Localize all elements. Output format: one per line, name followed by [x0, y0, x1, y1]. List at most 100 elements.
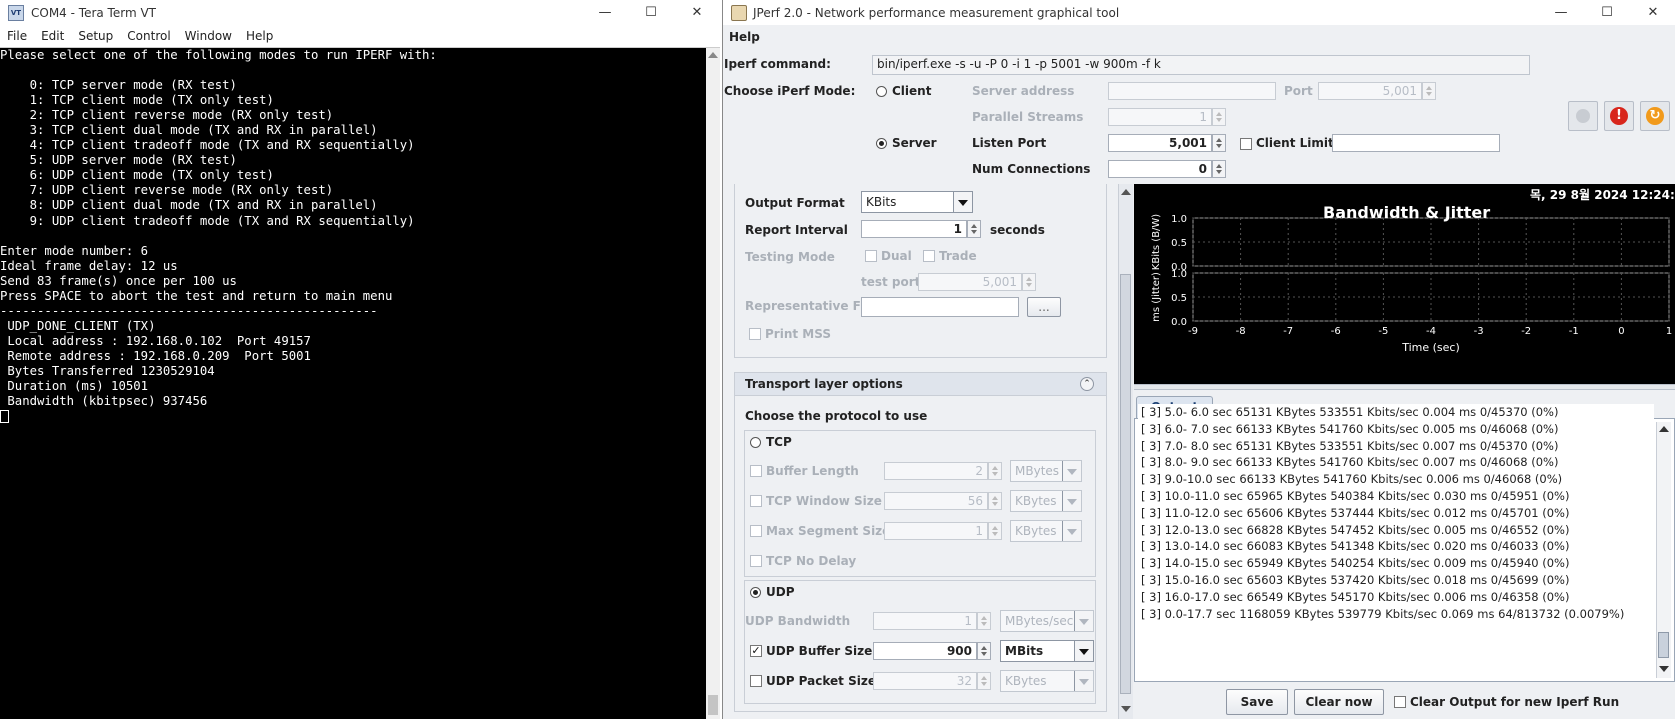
scroll-thumb[interactable] — [708, 695, 718, 715]
minimize-button[interactable]: — — [582, 0, 628, 25]
udp-packet-checkbox[interactable] — [750, 675, 762, 687]
num-connections-field[interactable]: 0 — [1108, 160, 1212, 178]
udp-bandwidth-spinner[interactable] — [977, 612, 991, 630]
client-radio[interactable] — [876, 86, 887, 97]
udp-buffer-unit-combo[interactable]: MBits — [1000, 640, 1094, 662]
mss-spinner[interactable] — [988, 522, 1002, 540]
run-iperf-button[interactable]: ↻ — [1640, 101, 1670, 131]
listen-port-spinner[interactable] — [1212, 134, 1226, 152]
clear-now-button[interactable]: Clear now — [1294, 689, 1384, 715]
client-limit-field[interactable] — [1332, 134, 1500, 152]
output-line: [ 3] 8.0- 9.0 sec 66133 KBytes 541760 Kb… — [1141, 455, 1559, 470]
udp-packet-unit-combo[interactable]: KBytes — [1000, 670, 1094, 692]
x-tick-label: 0 — [1618, 326, 1624, 337]
tcp-window-unit-combo[interactable]: KBytes — [1010, 490, 1082, 512]
udp-bandwidth-field[interactable]: 1 — [873, 612, 977, 630]
iperf-command-field[interactable]: bin/iperf.exe -s -u -P 0 -i 1 -p 5001 -w… — [872, 55, 1530, 75]
browse-button[interactable]: ... — [1027, 297, 1061, 317]
y-tick-label: 0.5 — [1171, 238, 1187, 249]
output-line: [ 3] 0.0-17.7 sec 1168059 KBytes 539779 … — [1141, 606, 1625, 621]
udp-radio[interactable] — [750, 587, 761, 598]
scroll-up-icon[interactable] — [1659, 426, 1669, 432]
jperf-minimize-button[interactable]: — — [1538, 0, 1584, 25]
settings-scrollbar[interactable] — [1118, 184, 1133, 719]
terminal-screen[interactable]: Please select one of the following modes… — [0, 48, 706, 719]
clear-output-checkbox[interactable] — [1394, 696, 1406, 708]
mode-label: Choose iPerf Mode: — [724, 84, 856, 98]
stop-disabled-button[interactable] — [1568, 101, 1598, 131]
jperf-app-icon — [731, 4, 747, 21]
client-limit-label: Client Limit — [1256, 136, 1334, 150]
parallel-streams-field[interactable]: 1 — [1108, 108, 1212, 126]
buffer-length-spinner[interactable] — [988, 462, 1002, 480]
parallel-streams-spinner[interactable] — [1212, 108, 1226, 126]
tcp-radio[interactable] — [750, 437, 761, 448]
jperf-close-button[interactable]: ✕ — [1630, 0, 1675, 25]
menu-window[interactable]: Window — [178, 29, 239, 43]
collapse-icon[interactable]: ⌃ — [1080, 377, 1094, 391]
seconds-label: seconds — [990, 223, 1045, 237]
terminal-scrollbar[interactable] — [706, 48, 720, 719]
num-connections-spinner[interactable] — [1212, 160, 1226, 178]
dual-checkbox[interactable] — [865, 250, 877, 262]
tcp-window-field[interactable]: 56 — [884, 492, 988, 510]
maximize-button[interactable]: ☐ — [628, 0, 674, 25]
buffer-length-checkbox[interactable] — [750, 465, 762, 477]
menu-setup[interactable]: Setup — [71, 29, 120, 43]
server-address-field[interactable] — [1108, 82, 1276, 100]
tcp-window-checkbox[interactable] — [750, 495, 762, 507]
udp-buffer-unit: MBits — [1005, 644, 1044, 658]
udp-bandwidth-unit-combo[interactable]: MBytes/sec — [1000, 610, 1094, 632]
mss-field[interactable]: 1 — [884, 522, 988, 540]
test-port-spinner[interactable] — [1022, 273, 1036, 291]
menu-help[interactable]: Help — [239, 29, 280, 43]
tcp-window-spinner[interactable] — [988, 492, 1002, 510]
terminal-cursor — [0, 410, 9, 424]
test-port-field[interactable]: 5,001 — [918, 273, 1022, 291]
report-interval-spinner[interactable] — [967, 220, 981, 238]
buffer-length-field[interactable]: 2 — [884, 462, 988, 480]
scroll-up-icon[interactable] — [1121, 189, 1131, 195]
server-radio[interactable] — [876, 138, 887, 149]
teraterm-app-icon: VT — [8, 4, 24, 21]
menu-edit[interactable]: Edit — [34, 29, 71, 43]
trade-checkbox[interactable] — [923, 250, 935, 262]
udp-buffer-field[interactable]: 900 — [873, 642, 977, 660]
settings-scroll-thumb[interactable] — [1120, 274, 1131, 694]
scroll-up-icon[interactable] — [708, 52, 718, 58]
menu-file[interactable]: File — [0, 29, 34, 43]
output-format-combo[interactable]: KBits — [861, 191, 973, 213]
menu-control[interactable]: Control — [120, 29, 177, 43]
jperf-menu-help[interactable]: Help — [723, 30, 760, 44]
chevron-down-icon — [1074, 611, 1093, 631]
print-mss-checkbox[interactable] — [749, 328, 761, 340]
close-button[interactable]: ✕ — [674, 0, 720, 25]
output-line: [ 3] 6.0- 7.0 sec 66133 KBytes 541760 Kb… — [1141, 421, 1559, 436]
udp-buffer-checkbox[interactable]: ✓ — [750, 645, 762, 657]
port-spinner[interactable] — [1422, 82, 1436, 100]
port-field[interactable]: 5,001 — [1318, 82, 1422, 100]
udp-packet-spinner[interactable] — [977, 672, 991, 690]
output-line: [ 3] 12.0-13.0 sec 66828 KBytes 547452 K… — [1141, 522, 1570, 537]
mss-unit-combo[interactable]: KBytes — [1010, 520, 1082, 542]
mss-checkbox[interactable] — [750, 525, 762, 537]
udp-packet-field[interactable]: 32 — [873, 672, 977, 690]
chevron-down-icon — [1074, 641, 1093, 661]
udp-buffer-spinner[interactable] — [977, 642, 991, 660]
output-scrollbar[interactable] — [1656, 422, 1671, 678]
rep-file-field[interactable] — [861, 297, 1019, 317]
report-interval-field[interactable]: 1 — [861, 220, 967, 238]
save-button[interactable]: Save — [1226, 689, 1288, 715]
stop-iperf-button[interactable]: ! — [1604, 101, 1634, 131]
client-limit-checkbox[interactable] — [1240, 138, 1252, 150]
jperf-maximize-button[interactable]: ☐ — [1584, 0, 1630, 25]
buffer-length-unit-combo[interactable]: MBytes — [1010, 460, 1082, 482]
listen-port-field[interactable]: 5,001 — [1108, 134, 1212, 152]
scroll-down-icon[interactable] — [1659, 666, 1669, 672]
output-scroll-thumb[interactable] — [1658, 632, 1669, 658]
scroll-down-icon[interactable] — [1121, 706, 1131, 712]
split-divider[interactable] — [1134, 384, 1675, 390]
stop-icon: ! — [1610, 107, 1628, 125]
tcp-no-delay-checkbox[interactable] — [750, 555, 762, 567]
output-text-area[interactable]: [ 3] 5.0- 6.0 sec 65131 KBytes 533551 Kb… — [1138, 404, 1654, 629]
